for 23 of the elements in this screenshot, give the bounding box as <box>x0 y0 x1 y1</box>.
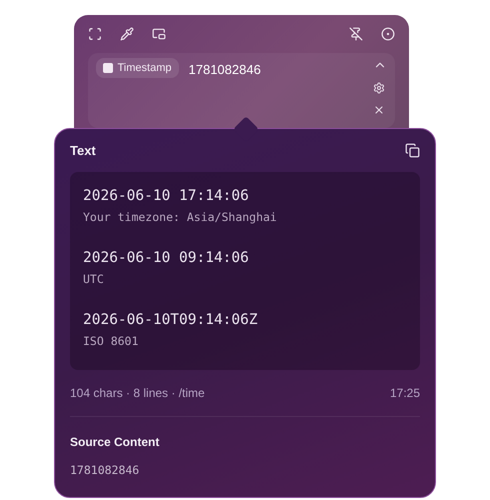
window-icon[interactable] <box>152 27 166 41</box>
source-content: 1781082846 <box>70 463 140 477</box>
time-caption: UTC <box>83 272 105 286</box>
tag-icon <box>102 63 112 73</box>
record-icon[interactable] <box>380 27 394 41</box>
unpin-icon[interactable] <box>348 27 362 41</box>
timestamp-time: 17:25 <box>390 386 420 400</box>
text-stats: 104 chars · 8 lines · /time <box>70 386 205 400</box>
time-value: 2026-06-10T09:14:06Z <box>83 312 259 328</box>
search-field[interactable]: Timestamp 1781082846 <box>88 53 394 128</box>
source-title: Source Content <box>70 435 160 449</box>
time-value: 2026-06-10 09:14:06 <box>83 250 250 266</box>
scan-icon[interactable] <box>88 27 102 41</box>
panel-title: Text <box>70 143 96 158</box>
pipette-icon[interactable] <box>120 27 134 41</box>
copy-icon[interactable] <box>405 143 420 158</box>
timestamp-tag: Timestamp <box>96 58 178 78</box>
settings-icon[interactable] <box>372 82 384 94</box>
close-icon[interactable] <box>372 104 384 116</box>
time-caption: Your timezone: Asia/Shanghai <box>83 210 278 224</box>
time-value: 2026-06-10 17:14:06 <box>83 188 250 204</box>
time-caption: ISO 8601 <box>83 334 140 348</box>
search-query: 1781082846 <box>188 62 261 77</box>
